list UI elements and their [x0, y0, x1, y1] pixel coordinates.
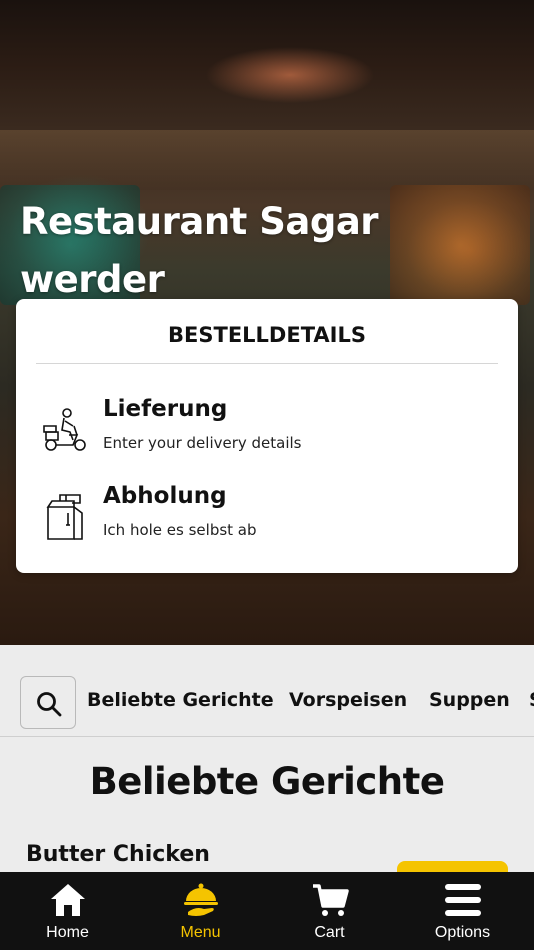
pickup-title: Abholung	[103, 483, 227, 509]
delivery-title: Lieferung	[103, 396, 228, 422]
bottom-navigation: Home Menu Cart Options	[0, 872, 534, 950]
order-details-modal: BESTELLDETAILS Lieferung Enter your deli…	[16, 299, 518, 573]
category-bar: Beliebte Gerichte Vorspeisen Suppen S	[0, 645, 534, 737]
nav-home-label: Home	[46, 924, 89, 941]
search-button[interactable]	[20, 676, 76, 729]
nav-cart-label: Cart	[314, 924, 345, 941]
nav-cart[interactable]: Cart	[263, 872, 396, 950]
cart-icon	[312, 884, 349, 916]
category-tab-vorspeisen[interactable]: Vorspeisen	[289, 689, 407, 711]
pickup-subtitle: Ich hole es selbst ab	[103, 521, 257, 539]
pickup-option[interactable]: Abholung Ich hole es selbst ab	[36, 481, 496, 551]
search-icon	[37, 692, 62, 717]
nav-options-label: Options	[434, 924, 491, 941]
delivery-option[interactable]: Lieferung Enter your delivery details	[36, 394, 496, 464]
takeaway-bag-icon	[46, 494, 83, 540]
modal-title: BESTELLDETAILS	[168, 323, 366, 347]
dish-name: Butter Chicken	[26, 842, 210, 867]
category-tab-beliebte-gerichte[interactable]: Beliebte Gerichte	[87, 689, 274, 711]
nav-options[interactable]: Options	[396, 872, 529, 950]
category-tab-next[interactable]: S	[529, 689, 534, 711]
nav-home[interactable]: Home	[1, 872, 134, 950]
home-icon	[50, 884, 85, 916]
hamburger-icon	[444, 884, 481, 916]
delivery-scooter-icon	[43, 408, 86, 451]
category-tab-suppen[interactable]: Suppen	[429, 689, 510, 711]
section-title: Beliebte Gerichte	[89, 760, 445, 803]
restaurant-title: Restaurant Sagar werder	[20, 200, 379, 301]
nav-menu-label: Menu	[180, 924, 221, 941]
hero-ceiling-decoration	[0, 130, 534, 190]
nav-menu[interactable]: Menu	[134, 872, 267, 950]
menu-cloche-icon	[183, 883, 218, 916]
delivery-subtitle: Enter your delivery details	[103, 434, 302, 452]
modal-divider	[36, 363, 498, 364]
